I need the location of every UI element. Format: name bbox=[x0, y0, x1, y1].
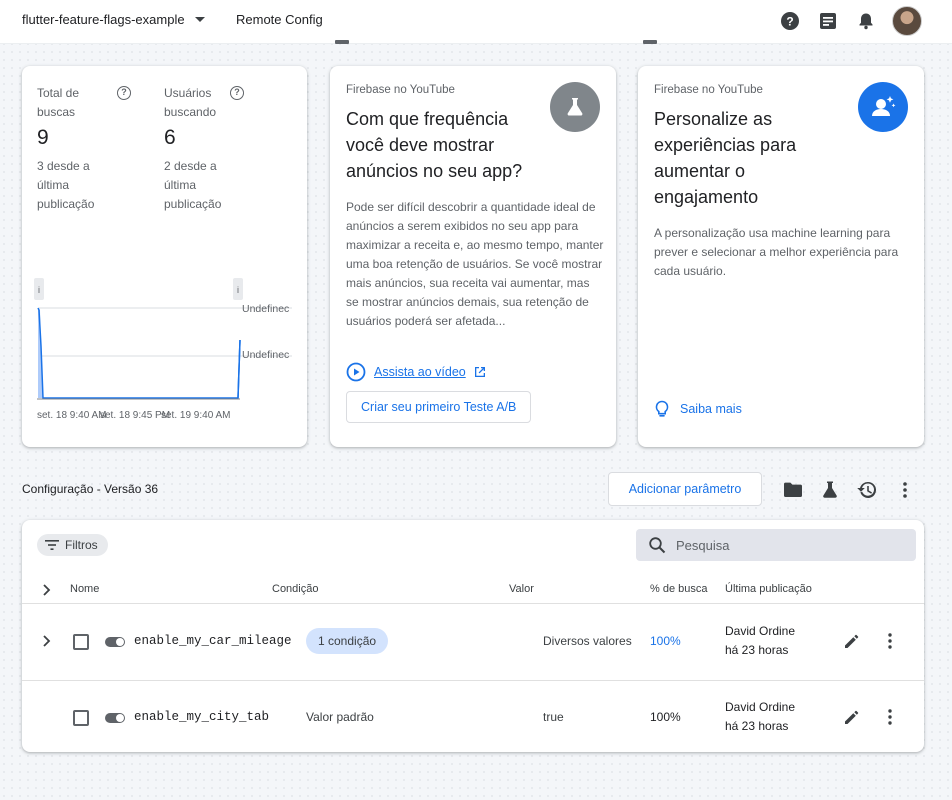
toggle-icon bbox=[105, 637, 125, 647]
lightbulb-icon bbox=[655, 400, 669, 417]
stat-label: Usuários buscando bbox=[164, 86, 217, 119]
folder-icon[interactable] bbox=[781, 478, 805, 502]
card-body: A personalização usa machine learning pa… bbox=[654, 226, 899, 278]
project-selector[interactable]: flutter-feature-flags-example bbox=[22, 12, 205, 27]
add-parameter-button[interactable]: Adicionar parâmetro bbox=[608, 472, 762, 506]
column-header-fetch-pct[interactable]: % de busca bbox=[650, 583, 707, 595]
edit-pencil-icon[interactable] bbox=[840, 705, 864, 729]
toggle-icon bbox=[105, 713, 125, 723]
column-header-condition[interactable]: Condição bbox=[272, 583, 318, 595]
x-tick-label: set. 19 9:40 AM bbox=[161, 410, 231, 421]
edit-pencil-icon[interactable] bbox=[840, 629, 864, 653]
parameter-key[interactable]: enable_my_car_mileage bbox=[134, 634, 292, 648]
watch-video-link[interactable]: Assista ao vídeo bbox=[346, 362, 486, 382]
person-sparkle-icon bbox=[858, 82, 908, 132]
searches-mini-chart: i i Undefinec Undefinec set. 18 9:40 AM … bbox=[34, 278, 292, 421]
flask-icon[interactable] bbox=[818, 478, 842, 502]
column-header-value[interactable]: Valor bbox=[509, 583, 534, 595]
tab-stub bbox=[335, 40, 349, 44]
filters-label: Filtros bbox=[65, 538, 98, 552]
row-checkbox[interactable] bbox=[73, 634, 89, 650]
watch-video-label: Assista ao vídeo bbox=[374, 365, 466, 379]
condition-chip[interactable]: 1 condição bbox=[306, 628, 389, 654]
table-row[interactable]: enable_my_city_tab Valor padrão true 100… bbox=[22, 681, 924, 752]
help-icon[interactable]: ? bbox=[778, 9, 802, 33]
filter-list-icon bbox=[45, 540, 59, 550]
tab-stubs bbox=[0, 40, 952, 46]
search-input[interactable] bbox=[676, 537, 896, 553]
last-published: David Ordine há 23 horas bbox=[725, 622, 795, 660]
table-row[interactable]: enable_my_car_mileage 1 condição Diverso… bbox=[22, 605, 924, 681]
table-header: Nome Condição Valor % de busca Última pu… bbox=[22, 576, 924, 604]
chevron-right-icon[interactable] bbox=[42, 635, 52, 647]
stats-card: Total de buscas ? 9 3 desde a última pub… bbox=[22, 66, 307, 447]
total-searches-stat: Total de buscas ? 9 3 desde a última pub… bbox=[37, 84, 147, 214]
config-version-title: Configuração - Versão 36 bbox=[22, 482, 159, 496]
published-time: há 23 horas bbox=[725, 643, 789, 657]
play-circle-icon bbox=[346, 362, 366, 382]
caret-down-icon bbox=[194, 17, 205, 22]
expand-all-chevron-icon[interactable] bbox=[42, 584, 52, 596]
more-vert-icon[interactable] bbox=[893, 478, 917, 502]
more-vert-icon[interactable] bbox=[878, 705, 902, 729]
column-header-last-published[interactable]: Última publicação bbox=[725, 583, 812, 595]
learn-more-label: Saiba mais bbox=[680, 402, 742, 416]
x-tick-label: set. 18 9:45 PM bbox=[100, 410, 170, 421]
publisher-name: David Ordine bbox=[725, 624, 796, 638]
stat-label: Total de buscas bbox=[37, 86, 80, 119]
create-ab-test-button[interactable]: Criar seu primeiro Teste A/B bbox=[346, 391, 532, 423]
search-box[interactable] bbox=[636, 529, 916, 561]
history-icon[interactable] bbox=[855, 478, 879, 502]
parameter-key[interactable]: enable_my_city_tab bbox=[134, 710, 269, 724]
stat-sub: 2 desde a última publicação bbox=[164, 159, 222, 211]
bell-icon[interactable] bbox=[854, 9, 878, 33]
last-published: David Ordine há 23 horas bbox=[725, 698, 795, 736]
top-bar: flutter-feature-flags-example Remote Con… bbox=[0, 0, 952, 44]
stat-value: 9 bbox=[37, 126, 49, 149]
stat-sub: 3 desde a última publicação bbox=[37, 159, 95, 211]
series-spike bbox=[237, 339, 241, 399]
help-circle-icon[interactable]: ? bbox=[117, 86, 131, 100]
flask-icon bbox=[550, 82, 600, 132]
publisher-name: David Ordine bbox=[725, 700, 796, 714]
card-kicker: Firebase no YouTube bbox=[654, 84, 763, 96]
published-time: há 23 horas bbox=[725, 719, 789, 733]
more-vert-icon[interactable] bbox=[878, 629, 902, 653]
learn-more-link[interactable]: Saiba mais bbox=[654, 400, 742, 418]
open-in-new-icon bbox=[474, 367, 485, 377]
reference-label-bottom: Undefinec bbox=[242, 349, 289, 361]
condition-default: Valor padrão bbox=[306, 710, 374, 724]
parameter-value: Diversos valores bbox=[543, 634, 632, 648]
youtube-card-personalize: Firebase no YouTube Personalize as exper… bbox=[638, 66, 924, 447]
fetch-percent: 100% bbox=[650, 634, 681, 648]
parameters-table: Filtros Nome Condição Valor % de busca Ú… bbox=[22, 520, 924, 752]
svg-text:?: ? bbox=[786, 15, 793, 29]
event-marker-label: i bbox=[237, 285, 239, 295]
event-marker-label: i bbox=[38, 285, 40, 295]
youtube-card-ads: Firebase no YouTube Com que frequência v… bbox=[330, 66, 616, 447]
filters-chip[interactable]: Filtros bbox=[37, 534, 108, 556]
reference-label-top: Undefinec bbox=[242, 303, 289, 315]
series-line bbox=[37, 307, 241, 399]
users-searching-stat: Usuários buscando ? 6 2 desde a última p… bbox=[164, 84, 274, 214]
help-circle-icon[interactable]: ? bbox=[230, 86, 244, 100]
top-icons: ? bbox=[778, 6, 922, 36]
card-title: Personalize as experiências para aumenta… bbox=[654, 109, 797, 207]
avatar[interactable] bbox=[892, 6, 922, 36]
column-header-name[interactable]: Nome bbox=[70, 583, 99, 595]
card-kicker: Firebase no YouTube bbox=[346, 84, 455, 96]
card-body: Pode ser difícil descobrir a quantidade … bbox=[346, 200, 604, 328]
notes-icon[interactable] bbox=[816, 9, 840, 33]
tab-stub bbox=[643, 40, 657, 44]
fetch-percent: 100% bbox=[650, 710, 681, 724]
product-name: Remote Config bbox=[236, 12, 323, 27]
x-tick-label: set. 18 9:40 AM bbox=[37, 410, 107, 421]
row-checkbox[interactable] bbox=[73, 710, 89, 726]
card-title: Com que frequência você deve mostrar anú… bbox=[346, 109, 523, 181]
parameter-value: true bbox=[543, 710, 564, 724]
search-icon bbox=[649, 537, 666, 554]
project-name: flutter-feature-flags-example bbox=[22, 12, 185, 27]
stat-value: 6 bbox=[164, 126, 176, 149]
